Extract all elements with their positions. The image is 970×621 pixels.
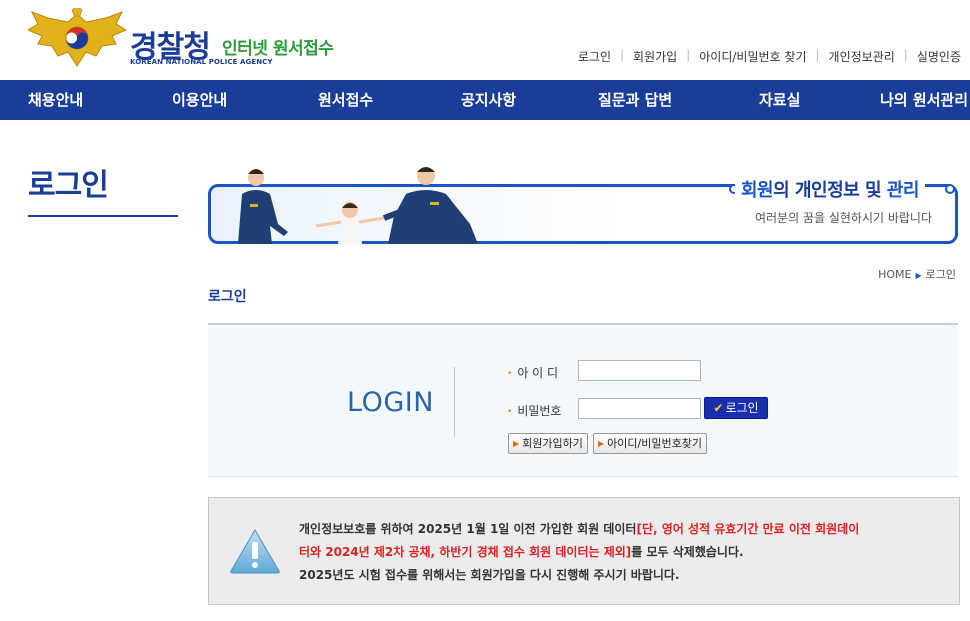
notice-line-3: 2025년도 시험 접수를 위해서는 회원가입을 다시 진행해 주시기 바랍니다… (299, 568, 680, 582)
banner-dot-right (945, 184, 955, 194)
banner-heading-part: 회원 (741, 180, 774, 201)
brand-subtitle: 인터넷 원서접수 (222, 39, 334, 59)
sidebar-divider (28, 215, 178, 217)
join-button-label: 회원가입하기 (522, 437, 583, 450)
banner-heading-part: 개인정보 (794, 180, 860, 201)
banner-heading: 회원의 개인정보 및 관리 (735, 176, 925, 202)
notice-text-part: 개인정보보호를 위하여 2025년 1월 1일 이전 가입한 회원 데이터 (299, 522, 637, 536)
util-privacy-link[interactable]: 개인정보관리 (820, 48, 904, 65)
breadcrumb-home[interactable]: HOME (878, 268, 911, 281)
login-submit-label: 로그인 (725, 401, 759, 415)
nav-item-qna[interactable]: 질문과 답변 (598, 80, 672, 120)
breadcrumb: HOME ▶ 로그인 (878, 266, 956, 282)
notice-text: 개인정보보호를 위하여 2025년 1월 1일 이전 가입한 회원 데이터[단,… (299, 518, 949, 587)
page-title: 로그인 (208, 289, 247, 305)
join-button[interactable]: ▶ 회원가입하기 (508, 433, 588, 454)
nav-item-usage-guide[interactable]: 이용안내 (172, 80, 227, 120)
password-input[interactable] (578, 398, 701, 419)
banner-heading-part: 관리 (886, 180, 920, 201)
notice-highlight: 터와 2024년 제2차 공채, 하반기 경채 접수 회원 데이터는 제외] (299, 545, 632, 559)
arrow-right-icon: ▶ (598, 439, 605, 448)
nav-item-resources[interactable]: 자료실 (759, 80, 800, 120)
notice-text-part: 를 모두 삭제했습니다. (631, 545, 744, 559)
sidebar-title: 로그인 (28, 168, 109, 203)
login-divider (454, 367, 455, 437)
breadcrumb-current: 로그인 (925, 268, 956, 281)
nav-item-application[interactable]: 원서접수 (318, 80, 373, 120)
breadcrumb-arrow-icon: ▶ (915, 271, 922, 280)
banner-heading-part: 의 (773, 180, 795, 201)
police-emblem-logo[interactable] (28, 8, 126, 72)
notice-highlight: [단, 영어 성적 유효기간 만료 이전 회원데이 (636, 522, 860, 536)
warning-icon (230, 529, 280, 574)
login-panel: LOGIN 아 이 디 비밀번호 ✔로그인 ▶회원가입하기 ▶아이디/비밀번호찾… (208, 323, 958, 477)
util-verify-link[interactable]: 실명인증 (908, 48, 970, 65)
util-find-account-link[interactable]: 아이디/비밀번호 찾기 (690, 48, 815, 65)
nav-item-notices[interactable]: 공지사항 (461, 80, 516, 120)
brand-english: KOREAN NATIONAL POLICE AGENCY (130, 58, 273, 66)
find-account-button-label: 아이디/비밀번호찾기 (607, 437, 702, 450)
login-submit-button[interactable]: ✔ 로그인 (704, 397, 768, 419)
notice-box: 개인정보보호를 위하여 2025년 1월 1일 이전 가입한 회원 데이터[단,… (208, 497, 960, 605)
util-login-link[interactable]: 로그인 (569, 48, 620, 65)
nav-item-recruit-guide[interactable]: 채용안내 (28, 80, 83, 120)
login-heading: LOGIN (347, 387, 434, 418)
section-banner: 회원의 개인정보 및 관리 여러분의 꿈을 실현하시기 바랍니다 (208, 164, 960, 246)
id-input[interactable] (578, 360, 701, 381)
id-label: 아 이 디 (507, 364, 558, 381)
site-header: 경찰청 인터넷 원서접수 KOREAN NATIONAL POLICE AGEN… (0, 0, 970, 80)
notice-line-1: 개인정보보호를 위하여 2025년 1월 1일 이전 가입한 회원 데이터[단,… (299, 518, 949, 541)
nav-item-my-applications[interactable]: 나의 원서관리 (880, 80, 968, 120)
find-account-button[interactable]: ▶ 아이디/비밀번호찾기 (593, 433, 707, 454)
password-label: 비밀번호 (507, 402, 561, 419)
banner-heading-part: 및 (859, 180, 887, 201)
check-icon: ✔ (713, 401, 724, 415)
main-nav: 채용안내 이용안내 원서접수 공지사항 질문과 답변 자료실 나의 원서관리 (0, 80, 970, 120)
notice-line-2: 터와 2024년 제2차 공채, 하반기 경채 접수 회원 데이터는 제외]를 … (299, 541, 949, 564)
arrow-right-icon: ▶ (513, 439, 520, 448)
util-join-link[interactable]: 회원가입 (624, 48, 686, 65)
utility-links: 로그인 | 회원가입 | 아이디/비밀번호 찾기 | 개인정보관리 | 실명인증 (569, 48, 970, 65)
banner-officers-illustration (238, 167, 478, 244)
banner-subtitle: 여러분의 꿈을 실현하시기 바랍니다 (754, 211, 932, 225)
